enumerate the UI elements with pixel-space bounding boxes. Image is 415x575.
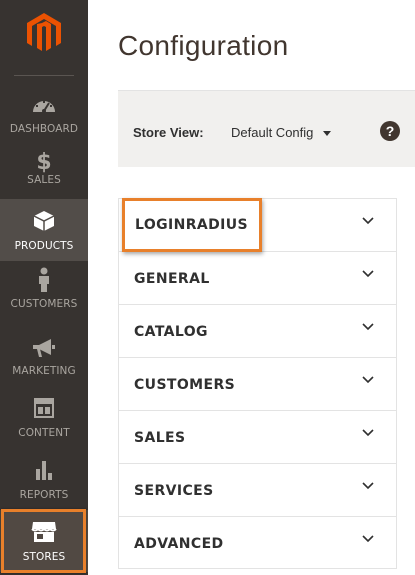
chevron-down-icon[interactable] [323, 131, 331, 136]
nav-label: REPORTS [19, 489, 69, 501]
section-title: CUSTOMERS [134, 377, 236, 393]
chevron-down-icon [362, 217, 374, 225]
section-title: CATALOG [134, 324, 208, 340]
section-general[interactable]: GENERAL [118, 251, 397, 304]
section-customers[interactable]: CUSTOMERS [118, 357, 397, 410]
store-view-label: Store View: [133, 125, 204, 140]
nav-label: PRODUCTS [14, 240, 74, 252]
chevron-down-icon [362, 535, 374, 543]
section-title: ADVANCED [134, 536, 224, 552]
cube-icon [0, 209, 88, 233]
nav-reports[interactable]: REPORTS [0, 448, 88, 510]
nav-sales[interactable]: $ SALES [0, 144, 88, 206]
store-view-switcher: Store View: Default Config ? [118, 90, 415, 167]
section-title: SALES [134, 430, 186, 446]
nav-label: CUSTOMERS [10, 298, 78, 310]
chevron-down-icon [362, 429, 374, 437]
chevron-down-icon [362, 270, 374, 278]
help-icon[interactable]: ? [380, 121, 400, 141]
person-icon [0, 267, 88, 292]
logo[interactable] [0, 0, 88, 76]
section-services[interactable]: SERVICES [118, 463, 397, 516]
speedometer-icon [0, 92, 88, 116]
admin-sidebar: DASHBOARD $ SALES PRODUCTS CUSTOMERS MAR… [0, 0, 88, 575]
section-title: SERVICES [134, 483, 214, 499]
nav-dashboard[interactable]: DASHBOARD [0, 82, 88, 144]
config-sections: LOGINRADIUS GENERAL CATALOG CUSTOMERS SA… [118, 198, 397, 569]
nav-customers[interactable]: CUSTOMERS [0, 262, 88, 324]
nav-content[interactable]: CONTENT [0, 386, 88, 448]
section-title: LOGINRADIUS [135, 217, 249, 233]
layout-icon [0, 396, 88, 420]
section-advanced[interactable]: ADVANCED [118, 516, 397, 569]
nav-label: CONTENT [18, 427, 70, 439]
nav-products[interactable]: PRODUCTS [0, 199, 88, 261]
store-view-dropdown[interactable]: Default Config [231, 125, 313, 140]
section-title: GENERAL [134, 271, 210, 287]
bar-chart-icon [0, 458, 88, 482]
chevron-down-icon [362, 482, 374, 490]
stores-highlight-frame [1, 509, 86, 573]
nav-marketing[interactable]: MARKETING [0, 324, 88, 386]
megaphone-icon [0, 336, 88, 360]
nav-label: SALES [27, 174, 61, 186]
logo-divider [14, 75, 74, 76]
section-catalog[interactable]: CATALOG [118, 304, 397, 357]
magento-logo-icon [27, 13, 61, 51]
chevron-down-icon [362, 376, 374, 384]
dollar-icon: $ [36, 149, 52, 175]
page-title: Configuration [118, 30, 289, 61]
nav-label: DASHBOARD [9, 123, 79, 135]
section-sales[interactable]: SALES [118, 410, 397, 463]
chevron-down-icon [362, 323, 374, 331]
nav-label: MARKETING [12, 365, 76, 377]
loginradius-highlight-frame[interactable]: LOGINRADIUS [122, 198, 262, 252]
